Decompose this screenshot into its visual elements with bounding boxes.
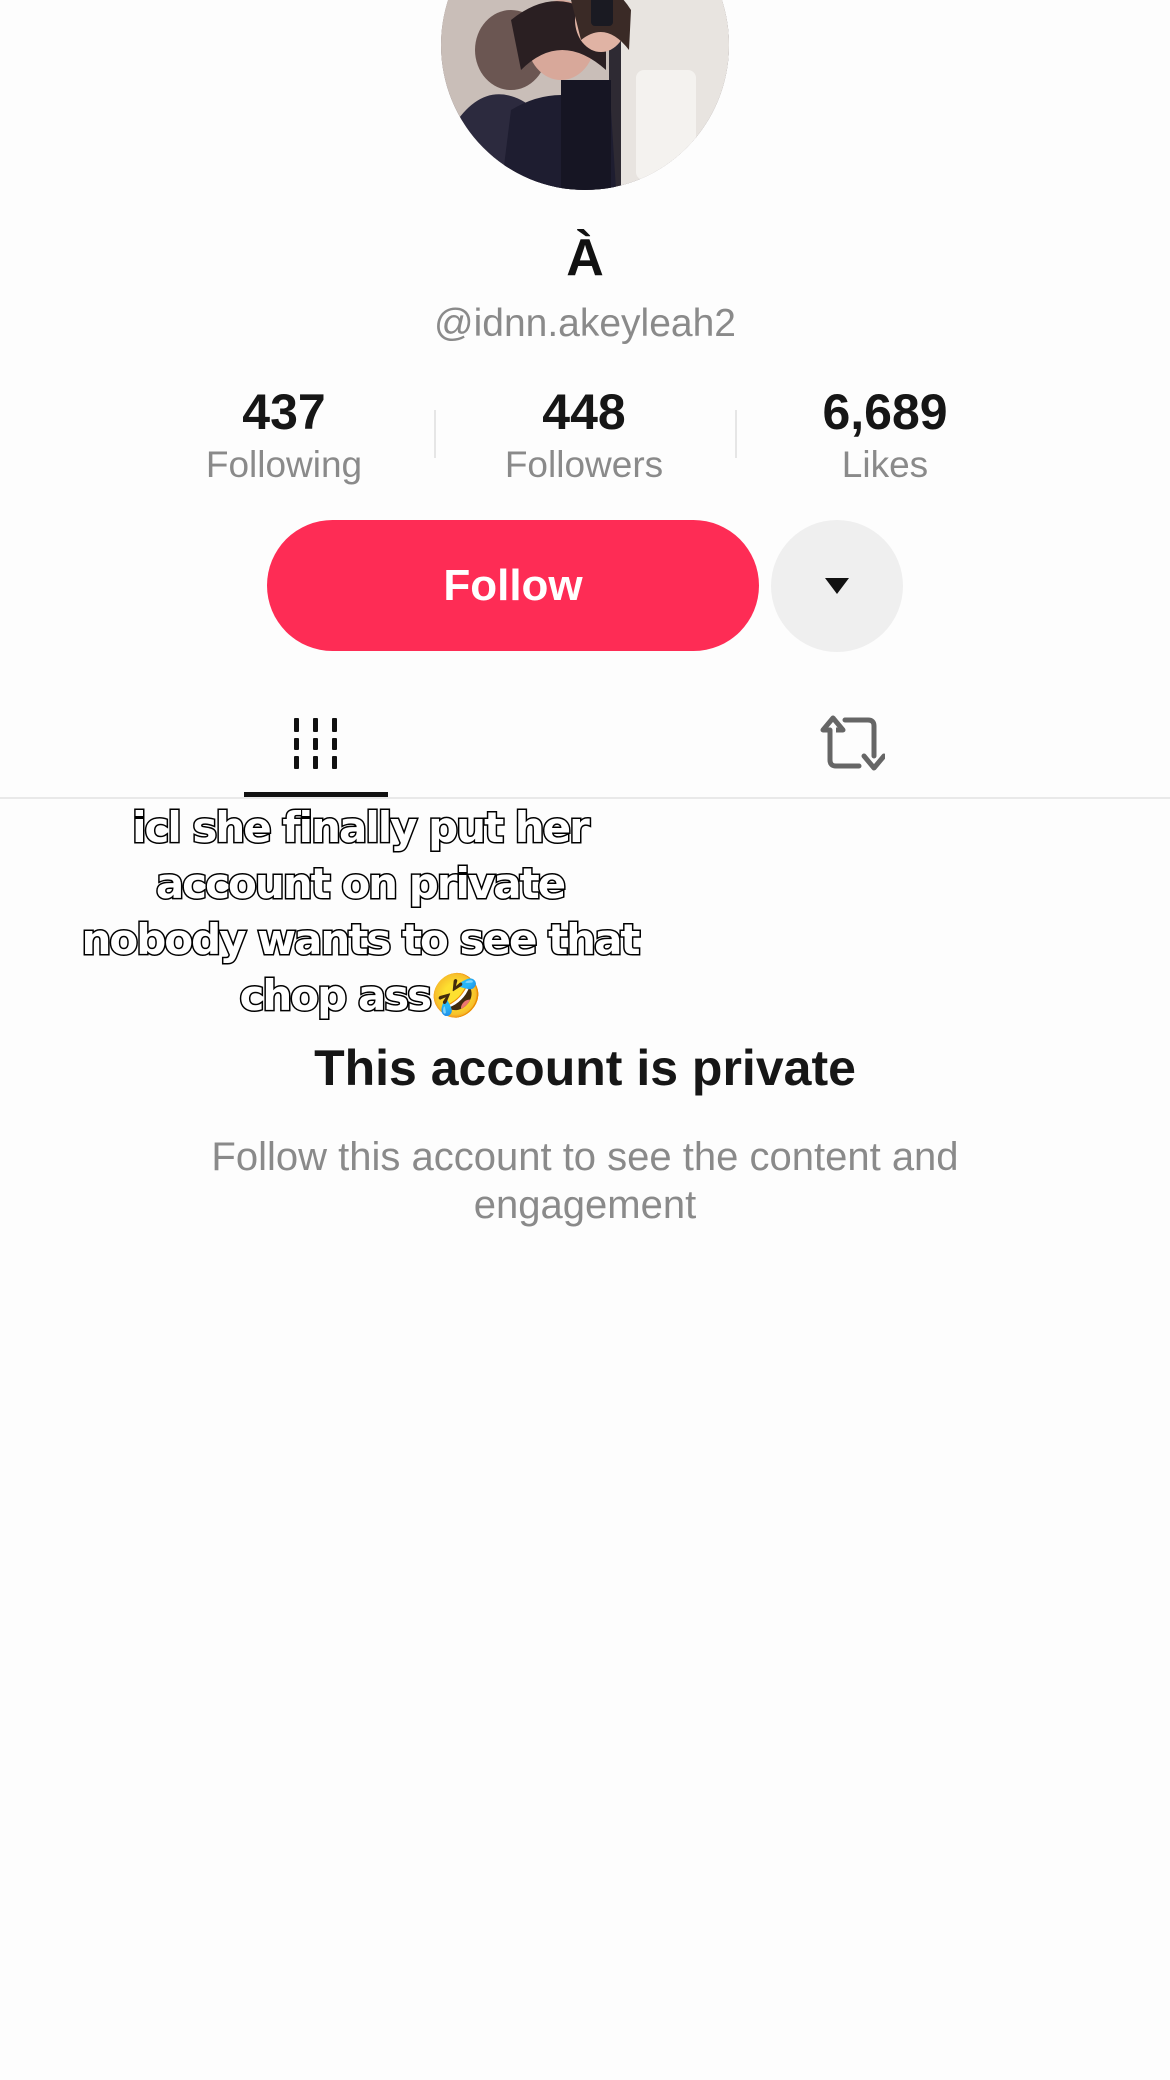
stat-likes: 6,689 Likes (735, 382, 1035, 488)
stat-following[interactable]: 437 Following (134, 382, 434, 488)
likes-label: Likes (841, 444, 929, 485)
private-title: This account is private (314, 1040, 856, 1096)
stat-followers[interactable]: 448 Followers (434, 382, 734, 488)
follow-button[interactable]: Follow (267, 520, 759, 651)
suggested-accounts-button[interactable] (771, 520, 903, 652)
avatar-photo (441, 0, 729, 190)
repost-icon (820, 715, 885, 771)
grid-icon (294, 718, 337, 769)
followers-label: Followers (504, 444, 664, 485)
following-count: 437 (242, 384, 326, 440)
private-subtitle: Follow this account to see the content a… (211, 1135, 959, 1227)
username: @idnn.akeyleah2 (434, 302, 736, 345)
tab-reposts[interactable] (780, 690, 924, 796)
followers-count: 448 (542, 384, 626, 440)
overlay-caption: icl she finally put her account on priva… (80, 802, 642, 1022)
likes-count: 6,689 (822, 384, 948, 440)
divider (0, 797, 1170, 799)
display-name: À (566, 229, 604, 287)
caret-down-icon (825, 578, 849, 594)
following-label: Following (205, 444, 363, 485)
tab-videos[interactable] (244, 690, 388, 796)
avatar[interactable] (441, 0, 729, 190)
